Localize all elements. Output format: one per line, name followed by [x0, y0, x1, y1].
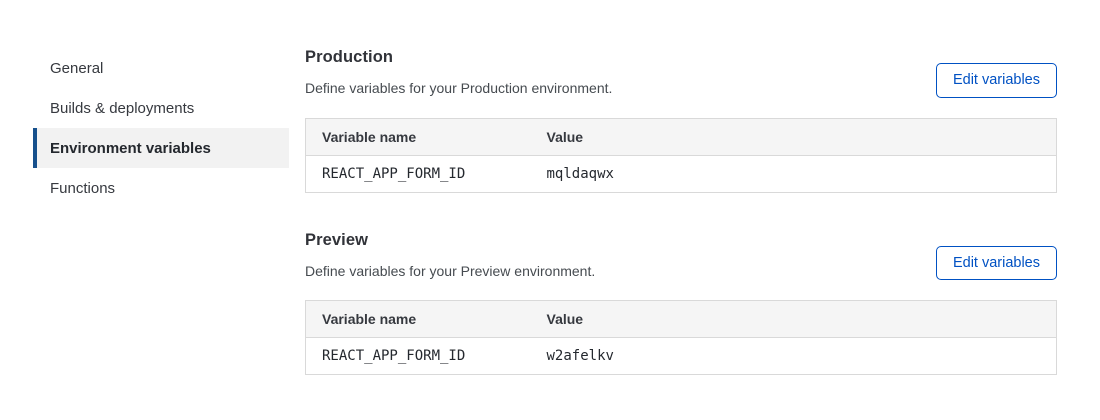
production-section-header: Production Define variables for your Pro… [305, 48, 1057, 98]
settings-sidebar: General Builds & deployments Environment… [33, 48, 289, 375]
variable-name-column-header: Variable name [306, 301, 531, 338]
sidebar-item-label: General [50, 60, 103, 77]
sidebar-item-builds-deployments[interactable]: Builds & deployments [33, 88, 289, 128]
preview-section-titles: Preview Define variables for your Previe… [305, 231, 595, 279]
sidebar-item-general[interactable]: General [33, 48, 289, 88]
table-header-row: Variable name Value [306, 118, 1057, 155]
production-description: Define variables for your Production env… [305, 80, 612, 96]
settings-content: Production Define variables for your Pro… [305, 48, 1057, 375]
preview-section-header: Preview Define variables for your Previe… [305, 231, 1057, 281]
preview-description: Define variables for your Preview enviro… [305, 263, 595, 279]
value-column-header: Value [531, 301, 1057, 338]
production-variables-table: Variable name Value REACT_APP_FORM_ID mq… [305, 118, 1057, 193]
table-row: REACT_APP_FORM_ID mqldaqwx [306, 155, 1057, 192]
value-column-header: Value [531, 118, 1057, 155]
production-section-titles: Production Define variables for your Pro… [305, 48, 612, 96]
table-row: REACT_APP_FORM_ID w2afelkv [306, 338, 1057, 375]
sidebar-item-environment-variables[interactable]: Environment variables [33, 128, 289, 168]
preview-edit-variables-button[interactable]: Edit variables [936, 246, 1057, 281]
sidebar-item-label: Environment variables [50, 140, 211, 157]
preview-section: Preview Define variables for your Previe… [305, 231, 1057, 376]
sidebar-item-functions[interactable]: Functions [33, 168, 289, 208]
value-cell: mqldaqwx [531, 155, 1057, 192]
value-cell: w2afelkv [531, 338, 1057, 375]
sidebar-item-label: Builds & deployments [50, 100, 194, 117]
preview-variables-table: Variable name Value REACT_APP_FORM_ID w2… [305, 300, 1057, 375]
variable-name-column-header: Variable name [306, 118, 531, 155]
settings-page: General Builds & deployments Environment… [0, 0, 1100, 375]
variable-name-cell: REACT_APP_FORM_ID [306, 155, 531, 192]
production-title: Production [305, 48, 612, 67]
preview-title: Preview [305, 231, 595, 250]
variable-name-cell: REACT_APP_FORM_ID [306, 338, 531, 375]
production-edit-variables-button[interactable]: Edit variables [936, 63, 1057, 98]
production-section: Production Define variables for your Pro… [305, 48, 1057, 193]
table-header-row: Variable name Value [306, 301, 1057, 338]
sidebar-item-label: Functions [50, 180, 115, 197]
